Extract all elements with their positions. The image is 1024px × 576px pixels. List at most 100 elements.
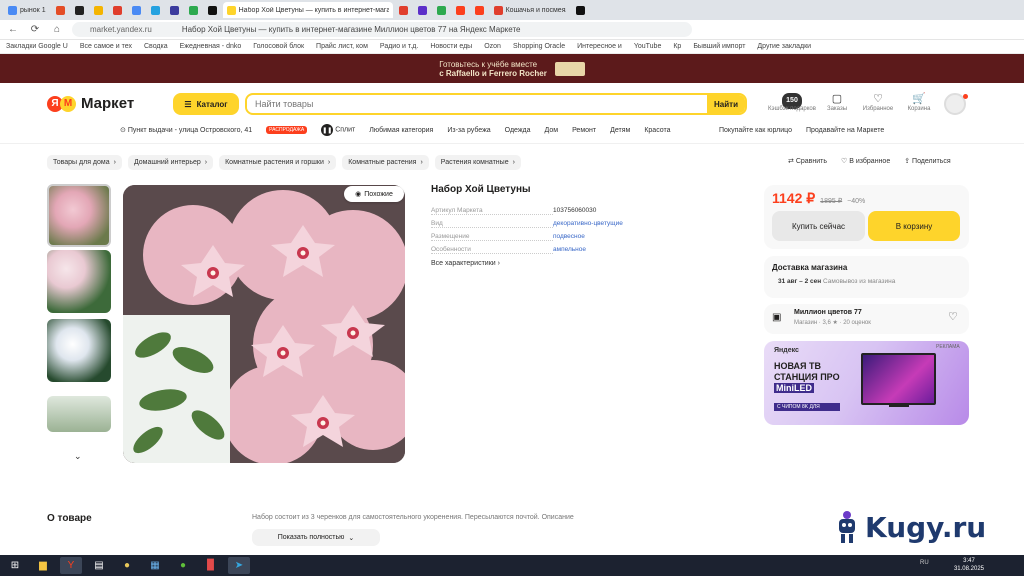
breadcrumb-item[interactable]: Растения комнатные ›: [434, 155, 521, 170]
terminal-icon[interactable]: ▤: [88, 557, 110, 574]
spec-value[interactable]: ампельное: [553, 246, 586, 258]
bookmark-item[interactable]: Все самое и тех: [80, 43, 132, 50]
bookmark-item[interactable]: Ozon: [484, 43, 501, 50]
subnav-link[interactable]: Из-за рубежа: [447, 127, 490, 134]
ad-banner[interactable]: Яндекс НОВАЯ ТВ СТАНЦИЯ ПРО MiniLED С ЧИ…: [764, 341, 969, 425]
system-tray[interactable]: RU: [920, 560, 929, 566]
subnav-link[interactable]: Красота: [644, 127, 670, 134]
tab-favicon-icon: [474, 5, 484, 15]
gallery-thumb[interactable]: [47, 396, 111, 432]
browser-tab[interactable]: [71, 2, 88, 18]
similar-label: Похожие: [364, 190, 393, 198]
bookmark-item[interactable]: Голосовой блок: [253, 43, 304, 50]
breadcrumb-item[interactable]: Комнатные растения ›: [342, 155, 429, 170]
search-button[interactable]: Найти: [707, 95, 745, 113]
reload-icon[interactable]: ⟳: [28, 24, 42, 35]
bookmark-item[interactable]: Сводка: [144, 43, 168, 50]
pickup-point[interactable]: ⊙ Пункт выдачи - улица Островского, 41: [120, 126, 252, 134]
coins-button[interactable]: 150 Кэшбэк подарков: [767, 92, 817, 112]
browser-tab[interactable]: Набор Хой Цветуны — купить в интернет-ма…: [222, 2, 393, 18]
app-icon[interactable]: ●: [116, 557, 138, 574]
clock[interactable]: 3:47 31.08.2025: [954, 557, 984, 573]
browser-tab[interactable]: [204, 2, 221, 18]
heart-icon[interactable]: ♡: [948, 310, 958, 323]
bookmark-item[interactable]: Новости еды: [430, 43, 472, 50]
breadcrumb-item[interactable]: Товары для дома ›: [47, 155, 122, 170]
subnav-right-link[interactable]: Покупайте как юрлицо: [719, 127, 792, 134]
bookmark-item[interactable]: Ежедневная - dnko: [180, 43, 242, 50]
browser-tab[interactable]: [90, 2, 107, 18]
delivery-card[interactable]: Доставка магазина 31 авг – 2 сен Самовыв…: [764, 256, 969, 298]
subnav-right-link[interactable]: Продавайте на Маркете: [806, 127, 884, 134]
breadcrumb-item[interactable]: Домашний интерьер ›: [127, 155, 214, 170]
tab-favicon-icon: [74, 5, 84, 15]
search-bar: Найти: [245, 93, 747, 115]
browser-tab[interactable]: [52, 2, 69, 18]
spec-value[interactable]: подвесное: [553, 233, 585, 245]
browser-tab[interactable]: [109, 2, 126, 18]
browser-tab[interactable]: [433, 2, 450, 18]
bookmark-item[interactable]: Закладки Google U: [6, 43, 68, 50]
files-icon[interactable]: ▦: [144, 557, 166, 574]
show-all-button[interactable]: Показать полностью ⌄: [252, 529, 380, 546]
bookmark-item[interactable]: Другие закладки: [757, 43, 811, 50]
page-action[interactable]: ⇄ Сравнить: [788, 157, 827, 165]
browser-tab[interactable]: [185, 2, 202, 18]
similar-button[interactable]: ◉ Похожие: [344, 186, 404, 202]
bookmark-item[interactable]: Бывший импорт: [693, 43, 745, 50]
all-specs-link[interactable]: Все характеристики ›: [431, 260, 500, 267]
bookmark-item[interactable]: Прайс лист, ком: [316, 43, 368, 50]
home-icon[interactable]: ⌂: [50, 24, 64, 35]
product-main-image[interactable]: [123, 185, 405, 463]
browser-tab[interactable]: [395, 2, 412, 18]
browser-tab[interactable]: [128, 2, 145, 18]
subnav-link[interactable]: Детям: [610, 127, 630, 134]
cart-button[interactable]: 🛒 Корзина: [894, 92, 944, 112]
bookmark-item[interactable]: Интересное и: [577, 43, 622, 50]
chevron-down-icon[interactable]: ⌄: [74, 451, 82, 462]
utorrent-icon[interactable]: ●: [172, 557, 194, 574]
gallery-thumb[interactable]: [47, 319, 111, 382]
browser-tab[interactable]: Кошачья и посмеялась: [490, 2, 570, 18]
browser-tab[interactable]: [147, 2, 164, 18]
market-logo[interactable]: Я М Маркет: [47, 95, 134, 112]
address-bar: ← ⟳ ⌂ market.yandex.ru Набор Хой Цветуны…: [0, 20, 1024, 40]
buy-now-button[interactable]: Купить сейчас: [772, 211, 865, 241]
shop-card[interactable]: ▣ Миллион цветов 77 Магазин · 3,6 ★ · 20…: [764, 304, 969, 334]
bookmark-item[interactable]: Радио и т.д.: [380, 43, 418, 50]
bookmark-item[interactable]: Кр: [673, 43, 681, 50]
browser-tab[interactable]: [572, 2, 589, 18]
subnav-link[interactable]: Одежда: [505, 127, 531, 134]
browser-tab[interactable]: рынок 1: [4, 2, 50, 18]
browser-tab[interactable]: [452, 2, 469, 18]
yandex-browser-icon[interactable]: Y: [60, 557, 82, 574]
split-link[interactable]: ❚❚ Сплит: [321, 124, 355, 136]
subnav-link[interactable]: Любимая категория: [369, 127, 433, 134]
sale-badge[interactable]: РАСПРОДАЖА: [266, 126, 308, 134]
gallery-thumb[interactable]: [47, 184, 111, 247]
browser-tab[interactable]: [166, 2, 183, 18]
add-to-cart-button[interactable]: В корзину: [868, 211, 960, 241]
subnav-link[interactable]: Дом: [545, 127, 559, 134]
editor-icon[interactable]: ▉: [200, 557, 222, 574]
url-field[interactable]: market.yandex.ru Набор Хой Цветуны — куп…: [72, 22, 692, 37]
bookmark-item[interactable]: Shopping Oracle: [513, 43, 565, 50]
search-input[interactable]: [247, 99, 707, 109]
back-icon[interactable]: ←: [6, 24, 20, 35]
bookmark-item[interactable]: YouTube: [634, 43, 662, 50]
start-icon[interactable]: ⊞: [4, 557, 26, 574]
browser-tab[interactable]: [414, 2, 431, 18]
catalog-button[interactable]: ☰ Каталог: [173, 93, 239, 115]
breadcrumb-item[interactable]: Комнатные растения и горшки ›: [219, 155, 337, 170]
tab-favicon-icon: [493, 5, 503, 15]
page-action[interactable]: ♡ В избранное: [841, 157, 890, 165]
browser-tab[interactable]: [471, 2, 488, 18]
telegram-icon[interactable]: ➤: [228, 557, 250, 574]
tab-label: Кошачья и посмеялась: [505, 6, 566, 14]
spec-value[interactable]: декоративно-цветущие: [553, 220, 623, 232]
promo-banner[interactable]: Готовьтесь к учёбе вместе с Raffaello и …: [0, 54, 1024, 83]
subnav-link[interactable]: Ремонт: [572, 127, 596, 134]
explorer-icon[interactable]: ▆: [32, 557, 54, 574]
page-action[interactable]: ⇪ Поделиться: [904, 157, 950, 165]
gallery-thumb[interactable]: [47, 250, 111, 313]
